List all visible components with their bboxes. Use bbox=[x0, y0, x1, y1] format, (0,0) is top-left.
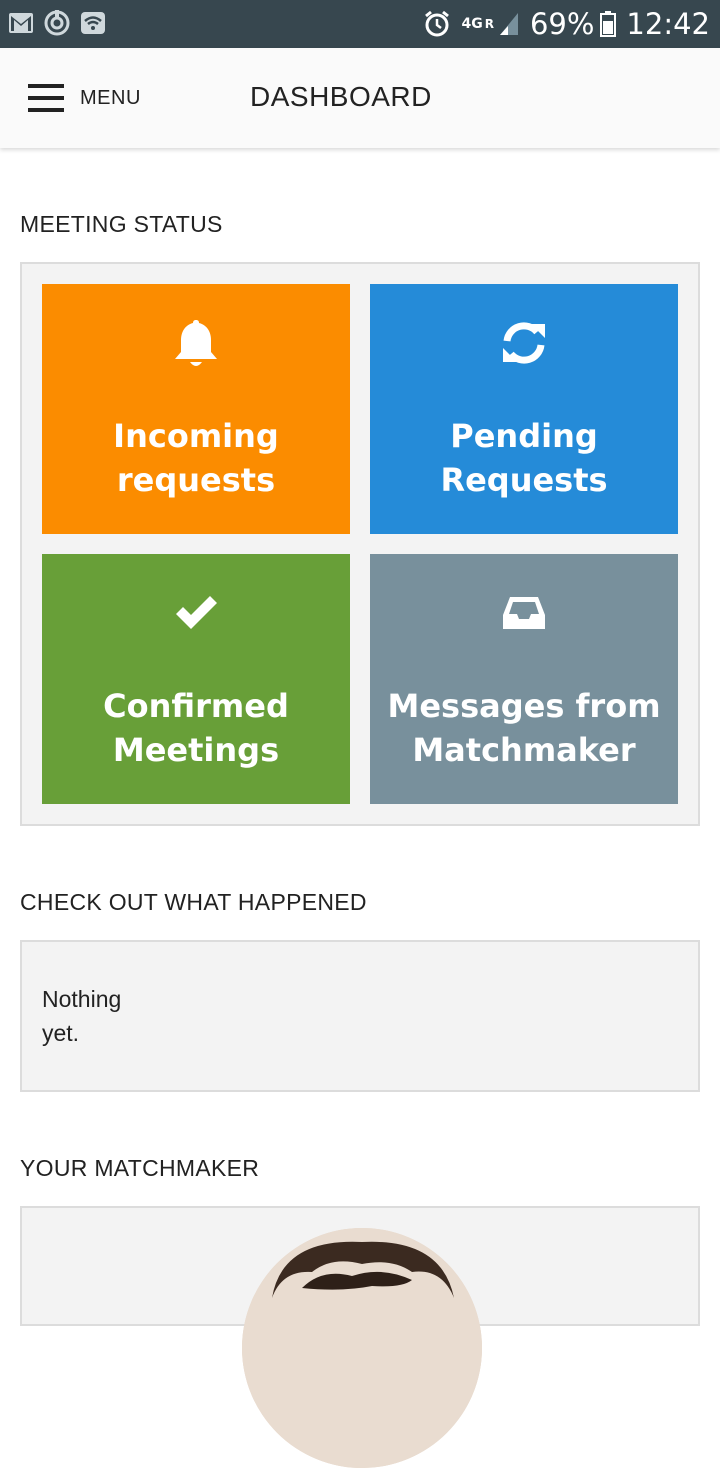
matchmaker-avatar[interactable] bbox=[242, 1228, 482, 1468]
wifi-icon bbox=[80, 10, 106, 36]
status-bar: 4G R 69% 12:42 bbox=[0, 0, 720, 48]
pending-requests-label: Pending Requests bbox=[440, 417, 608, 499]
messages-from-matchmaker-label: Messages from Matchmaker bbox=[387, 687, 661, 769]
incoming-requests-label: Incoming requests bbox=[113, 417, 279, 499]
meeting-status-title: MEETING STATUS bbox=[20, 211, 223, 237]
inbox-icon bbox=[370, 588, 678, 638]
meeting-status-panel: Incoming requests Pending Requests Confi… bbox=[20, 262, 700, 826]
messages-from-matchmaker-tile[interactable]: Messages from Matchmaker bbox=[370, 554, 678, 804]
bell-icon bbox=[42, 318, 350, 368]
signal-icon bbox=[498, 11, 520, 37]
activity-panel: Nothing yet. bbox=[20, 940, 700, 1092]
alarm-icon bbox=[423, 10, 451, 38]
incoming-requests-tile[interactable]: Incoming requests bbox=[42, 284, 350, 534]
pending-requests-tile[interactable]: Pending Requests bbox=[370, 284, 678, 534]
refresh-icon bbox=[370, 318, 678, 368]
sync-app-icon bbox=[44, 10, 70, 36]
app-bar: MENU DASHBOARD bbox=[0, 48, 720, 148]
matchmaker-title: YOUR MATCHMAKER bbox=[20, 1155, 260, 1181]
battery-percent: 69% bbox=[529, 7, 595, 41]
confirmed-meetings-label: Confirmed Meetings bbox=[103, 687, 289, 769]
empty-activity-text: Nothing yet. bbox=[42, 986, 122, 1046]
menu-label: MENU bbox=[80, 86, 141, 109]
clock: 12:42 bbox=[626, 7, 710, 41]
matchmaker-panel bbox=[20, 1206, 700, 1468]
activity-title: CHECK OUT WHAT HAPPENED bbox=[20, 889, 367, 915]
menu-button[interactable]: MENU bbox=[28, 78, 141, 118]
gmail-icon bbox=[8, 10, 34, 36]
hamburger-icon bbox=[28, 84, 64, 112]
network-type: 4G bbox=[461, 16, 483, 32]
page-title: DASHBOARD bbox=[250, 81, 432, 112]
confirmed-meetings-tile[interactable]: Confirmed Meetings bbox=[42, 554, 350, 804]
check-icon bbox=[42, 588, 350, 638]
battery-icon bbox=[600, 11, 617, 37]
roaming-indicator: R bbox=[484, 17, 494, 31]
